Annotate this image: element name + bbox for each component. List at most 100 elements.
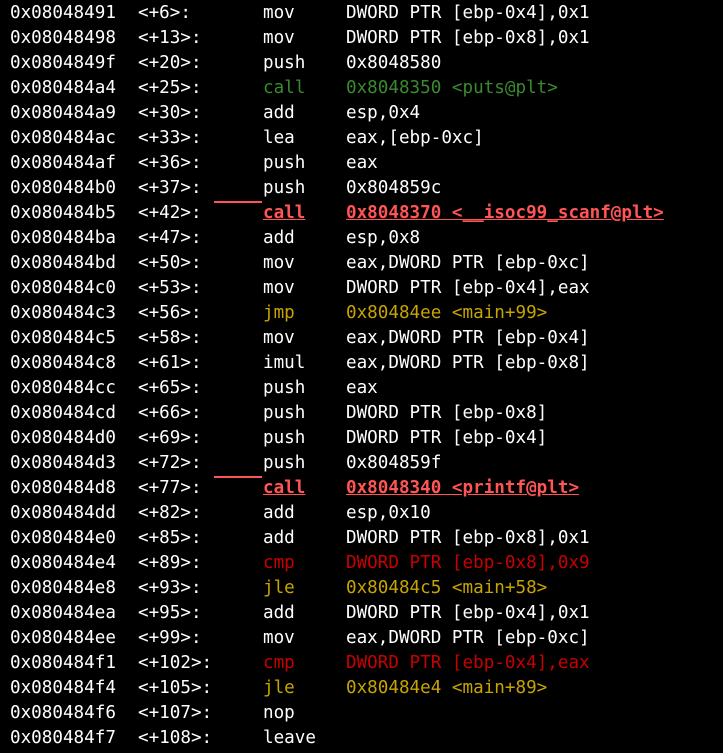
disassembly-terminal[interactable]: 0x08048491 <+6>: mov DWORD PTR [ebp-0x4]… bbox=[0, 0, 723, 753]
instruction-mnemonic: jle bbox=[263, 578, 295, 598]
disassembly-line: 0x080484ee <+99>: mov eax,DWORD PTR [ebp… bbox=[0, 626, 723, 651]
instruction-mnemonic: leave bbox=[263, 728, 316, 748]
instruction-operands: 0x80484e4 <main+89> bbox=[346, 678, 548, 698]
instruction-address: 0x080484dd bbox=[10, 503, 116, 523]
instruction-mnemonic: mov bbox=[263, 328, 295, 348]
instruction-operands: eax,DWORD PTR [ebp-0x8] bbox=[346, 353, 590, 373]
instruction-offset: <+99>: bbox=[138, 628, 202, 648]
disassembly-line: 0x080484f6 <+107>: nop bbox=[0, 701, 723, 726]
instruction-address: 0x080484f4 bbox=[10, 678, 116, 698]
instruction-offset: <+20>: bbox=[138, 53, 202, 73]
instruction-mnemonic: add bbox=[263, 103, 295, 123]
instruction-mnemonic: imul bbox=[263, 353, 306, 373]
instruction-address: 0x080484e0 bbox=[10, 528, 116, 548]
instruction-address: 0x080484a9 bbox=[10, 103, 116, 123]
disassembly-line: 0x08048491 <+6>: mov DWORD PTR [ebp-0x4]… bbox=[0, 1, 723, 26]
instruction-mnemonic: add bbox=[263, 603, 295, 623]
instruction-address: 0x080484c8 bbox=[10, 353, 116, 373]
disassembly-line: 0x080484e0 <+85>: add DWORD PTR [ebp-0x8… bbox=[0, 526, 723, 551]
instruction-offset: <+25>: bbox=[138, 78, 202, 98]
instruction-offset: <+69>: bbox=[138, 428, 202, 448]
instruction-address: 0x080484ba bbox=[10, 228, 116, 248]
instruction-offset: <+89>: bbox=[138, 553, 202, 573]
instruction-address: 0x08048498 bbox=[10, 28, 116, 48]
instruction-mnemonic: jmp bbox=[263, 303, 295, 323]
instruction-address: 0x080484cd bbox=[10, 403, 116, 423]
instruction-operands: DWORD PTR [ebp-0x4],eax bbox=[346, 653, 590, 673]
disassembly-line: 0x080484c5 <+58>: mov eax,DWORD PTR [ebp… bbox=[0, 326, 723, 351]
instruction-offset: <+72>: bbox=[138, 453, 202, 473]
instruction-offset: <+65>: bbox=[138, 378, 202, 398]
instruction-offset: <+6>: bbox=[138, 3, 191, 23]
disassembly-line: 0x080484c8 <+61>: imul eax,DWORD PTR [eb… bbox=[0, 351, 723, 376]
disassembly-line: 0x080484c0 <+53>: mov DWORD PTR [ebp-0x4… bbox=[0, 276, 723, 301]
instruction-address: 0x080484ea bbox=[10, 603, 116, 623]
instruction-offset: <+33>: bbox=[138, 128, 202, 148]
instruction-operands: eax bbox=[346, 153, 378, 173]
instruction-offset: <+82>: bbox=[138, 503, 202, 523]
disassembly-line: 0x0804849f <+20>: push 0x8048580 bbox=[0, 51, 723, 76]
instruction-mnemonic: mov bbox=[263, 28, 295, 48]
disassembly-line: 0x080484a9 <+30>: add esp,0x4 bbox=[0, 101, 723, 126]
disassembly-listing: 0x08048491 <+6>: mov DWORD PTR [ebp-0x4]… bbox=[0, 1, 723, 751]
instruction-operands: 0x8048340 <printf@plt> bbox=[346, 478, 580, 498]
instruction-address: 0x080484b5 bbox=[10, 203, 116, 223]
instruction-operands: DWORD PTR [ebp-0x4],eax bbox=[346, 278, 590, 298]
highlight-underline bbox=[214, 476, 262, 478]
instruction-operands: DWORD PTR [ebp-0x8] bbox=[346, 403, 548, 423]
instruction-mnemonic: push bbox=[263, 453, 306, 473]
instruction-mnemonic: push bbox=[263, 403, 306, 423]
instruction-operands: DWORD PTR [ebp-0x4],0x1 bbox=[346, 603, 590, 623]
instruction-address: 0x080484d8 bbox=[10, 478, 116, 498]
instruction-address: 0x080484bd bbox=[10, 253, 116, 273]
disassembly-line: 0x080484e4 <+89>: cmp DWORD PTR [ebp-0x8… bbox=[0, 551, 723, 576]
instruction-address: 0x080484c3 bbox=[10, 303, 116, 323]
instruction-mnemonic: lea bbox=[263, 128, 295, 148]
disassembly-line: 0x080484f7 <+108>: leave bbox=[0, 726, 723, 751]
instruction-offset: <+107>: bbox=[138, 703, 213, 723]
instruction-operands: 0x8048370 <__isoc99_scanf@plt> bbox=[346, 203, 664, 223]
instruction-offset: <+61>: bbox=[138, 353, 202, 373]
instruction-offset: <+77>: bbox=[138, 478, 202, 498]
instruction-operands: 0x804859f bbox=[346, 453, 442, 473]
disassembly-line: 0x080484ea <+95>: add DWORD PTR [ebp-0x4… bbox=[0, 601, 723, 626]
instruction-mnemonic: mov bbox=[263, 3, 295, 23]
instruction-offset: <+36>: bbox=[138, 153, 202, 173]
instruction-address: 0x080484e4 bbox=[10, 553, 116, 573]
instruction-mnemonic: add bbox=[263, 528, 295, 548]
instruction-offset: <+50>: bbox=[138, 253, 202, 273]
instruction-offset: <+93>: bbox=[138, 578, 202, 598]
instruction-operands: 0x8048580 bbox=[346, 53, 442, 73]
instruction-address: 0x080484ac bbox=[10, 128, 116, 148]
instruction-mnemonic: nop bbox=[263, 703, 295, 723]
instruction-mnemonic: add bbox=[263, 503, 295, 523]
instruction-offset: <+105>: bbox=[138, 678, 213, 698]
instruction-address: 0x080484f7 bbox=[10, 728, 116, 748]
disassembly-line: 0x080484d0 <+69>: push DWORD PTR [ebp-0x… bbox=[0, 426, 723, 451]
instruction-mnemonic: push bbox=[263, 53, 306, 73]
instruction-mnemonic: push bbox=[263, 378, 306, 398]
instruction-offset: <+85>: bbox=[138, 528, 202, 548]
instruction-offset: <+102>: bbox=[138, 653, 213, 673]
instruction-address: 0x080484d3 bbox=[10, 453, 116, 473]
instruction-operands: eax,DWORD PTR [ebp-0x4] bbox=[346, 328, 590, 348]
disassembly-line: 0x080484b5 <+42>: call 0x8048370 <__isoc… bbox=[0, 201, 723, 226]
instruction-mnemonic: jle bbox=[263, 678, 295, 698]
instruction-address: 0x08048491 bbox=[10, 3, 116, 23]
instruction-operands: eax,[ebp-0xc] bbox=[346, 128, 484, 148]
instruction-operands: 0x804859c bbox=[346, 178, 442, 198]
instruction-offset: <+53>: bbox=[138, 278, 202, 298]
disassembly-line: 0x080484dd <+82>: add esp,0x10 bbox=[0, 501, 723, 526]
disassembly-line: 0x080484ac <+33>: lea eax,[ebp-0xc] bbox=[0, 126, 723, 151]
disassembly-line: 0x08048498 <+13>: mov DWORD PTR [ebp-0x8… bbox=[0, 26, 723, 51]
disassembly-line: 0x080484d3 <+72>: push 0x804859f bbox=[0, 451, 723, 476]
instruction-mnemonic: cmp bbox=[263, 553, 295, 573]
instruction-address: 0x080484ee bbox=[10, 628, 116, 648]
instruction-operands: esp,0x4 bbox=[346, 103, 421, 123]
instruction-mnemonic: add bbox=[263, 228, 295, 248]
instruction-mnemonic: call bbox=[263, 78, 306, 98]
instruction-offset: <+56>: bbox=[138, 303, 202, 323]
instruction-mnemonic: push bbox=[263, 153, 306, 173]
instruction-address: 0x080484e8 bbox=[10, 578, 116, 598]
disassembly-line: 0x080484e8 <+93>: jle 0x80484c5 <main+58… bbox=[0, 576, 723, 601]
